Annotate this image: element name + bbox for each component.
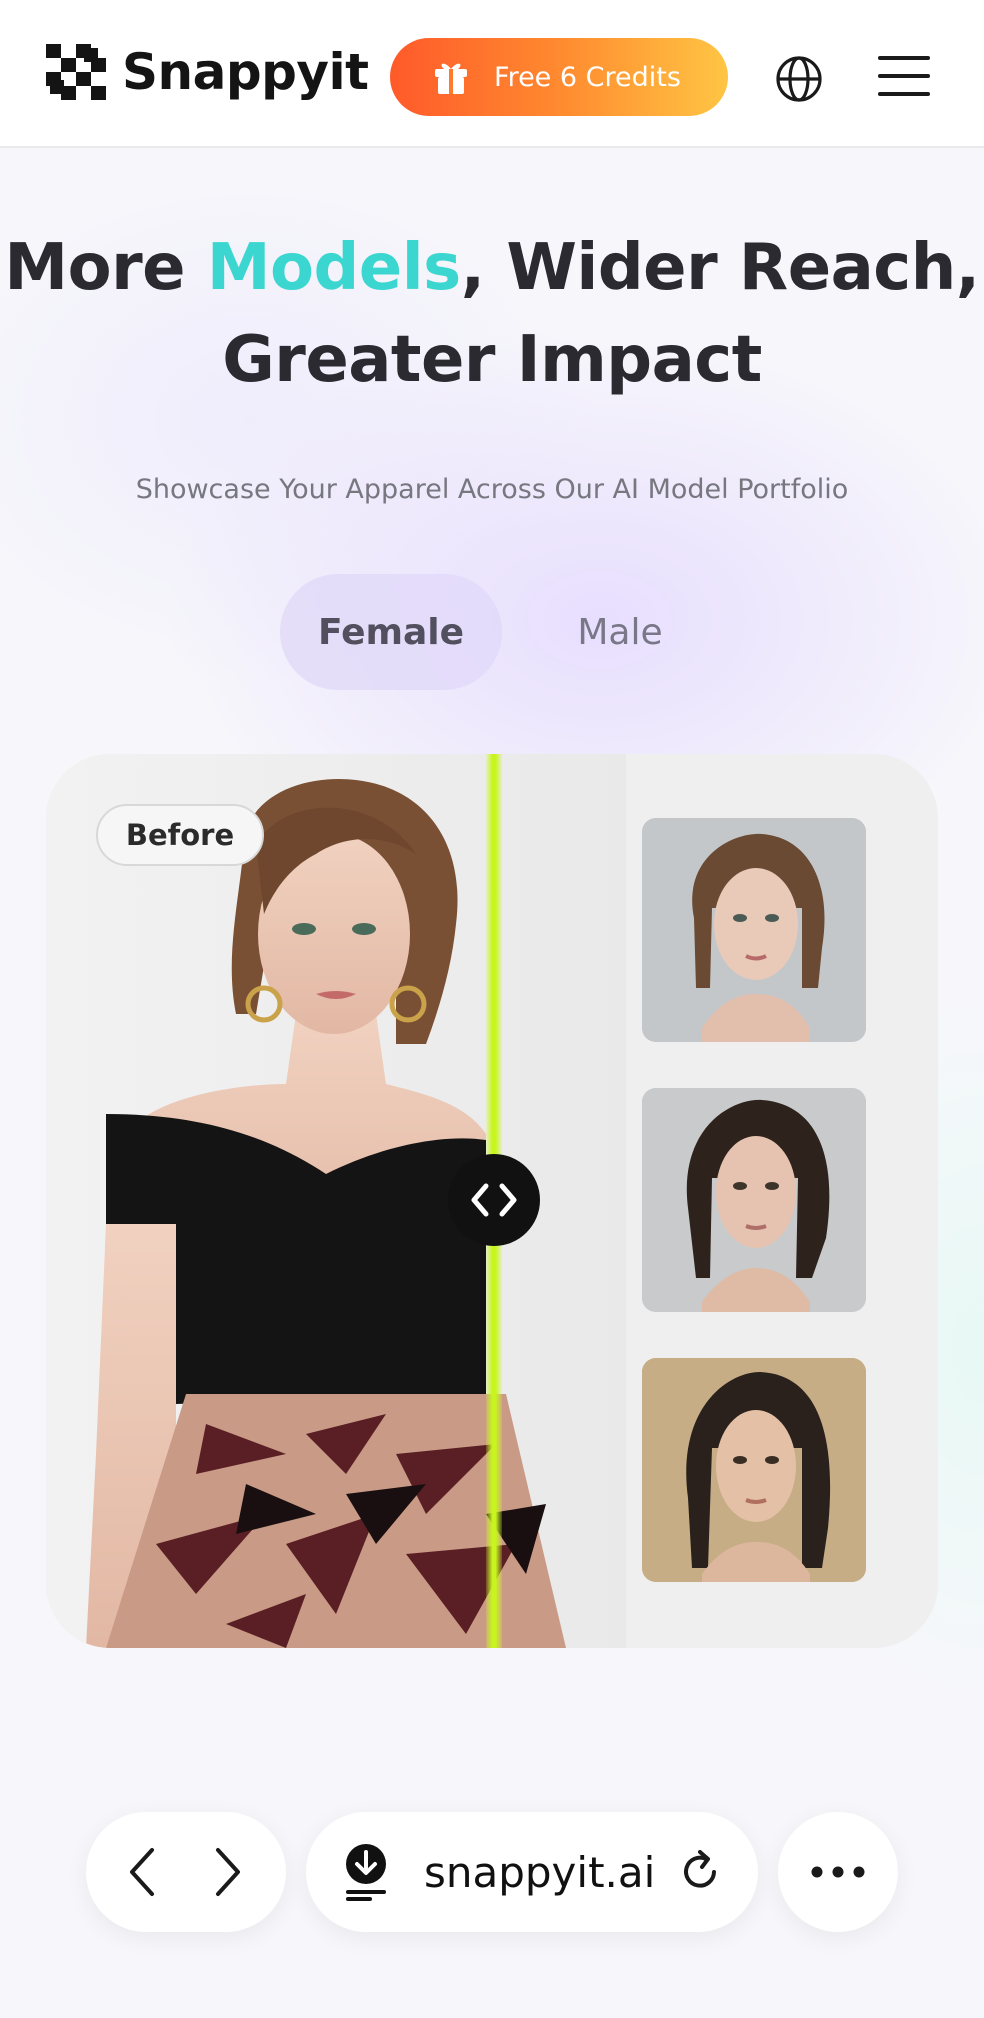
browser-nav-pill [86,1812,286,1932]
model-portrait-1 [642,818,866,1042]
model-portrait-2 [642,1088,866,1312]
hero-title-part2: , Wider Reach, [460,231,980,305]
reload-icon[interactable] [676,1848,724,1896]
gift-icon [435,63,467,94]
more-options-button[interactable] [778,1812,898,1932]
browser-address-pill: snappyit.ai [306,1812,758,1932]
hero-title-accent: Models [206,231,461,305]
tab-male[interactable]: Male [520,574,720,690]
site-header: Snappyit Free 6 Credits [0,0,984,148]
chevron-left-icon[interactable] [114,1842,174,1902]
comparison-slider-handle[interactable] [448,1154,540,1246]
checker-logo-icon [46,44,106,100]
brand-logo[interactable]: Snappyit [46,42,369,102]
brand-name: Snappyit [122,43,369,101]
free-credits-button[interactable]: Free 6 Credits [390,38,728,116]
more-dots-icon [811,1866,865,1878]
address-url[interactable]: snappyit.ai [424,1848,655,1897]
hero-title-part1: More [4,231,207,305]
chevron-right-icon[interactable] [196,1842,256,1902]
model-thumbnail[interactable] [642,818,866,1042]
hamburger-icon[interactable] [876,52,932,100]
hero-title: More Models, Wider Reach, Greater Impact [0,222,984,406]
gender-tabs: Female Male [280,574,720,690]
model-portrait-3 [642,1358,866,1582]
globe-icon[interactable] [774,54,824,104]
download-icon[interactable] [342,1842,390,1902]
hero-title-line2: Greater Impact [222,323,762,397]
free-credits-label: Free 6 Credits [494,61,681,93]
model-comparison-card: Before [46,754,938,1648]
hero-subtitle: Showcase Your Apparel Across Our AI Mode… [135,474,849,505]
model-thumbnail[interactable] [642,1088,866,1312]
before-label: Before [96,804,264,866]
model-thumbnail[interactable] [642,1358,866,1582]
code-arrows-icon [471,1183,517,1217]
tab-female[interactable]: Female [280,574,502,690]
